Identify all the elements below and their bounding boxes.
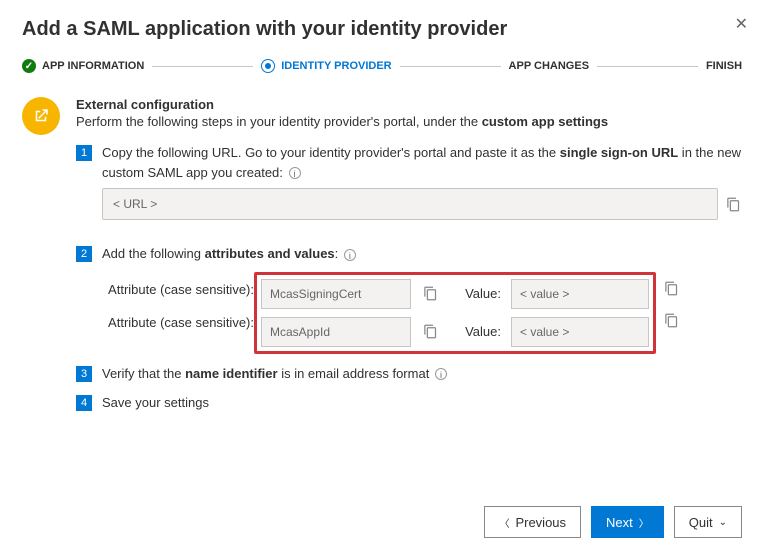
section-heading: External configuration [76, 97, 742, 112]
instruction-text: Copy the following URL. Go to your ident… [102, 143, 742, 234]
next-button[interactable]: Next 〉 [591, 506, 664, 538]
stepper-line [597, 66, 698, 67]
step-identity-provider: IDENTITY PROVIDER [261, 59, 391, 73]
copy-icon[interactable] [421, 285, 439, 303]
step-app-changes: APP CHANGES [509, 60, 589, 72]
attribute-name-field[interactable]: McasSigningCert [261, 279, 411, 309]
external-link-icon [22, 97, 60, 135]
step-app-information: ✓ APP INFORMATION [22, 59, 144, 73]
stepper-line [152, 66, 253, 67]
copy-icon[interactable] [421, 323, 439, 341]
previous-button[interactable]: 〈 Previous [484, 506, 581, 538]
attribute-value-field[interactable]: < value > [511, 317, 649, 347]
section-description: Perform the following steps in your iden… [76, 114, 742, 129]
attribute-name-field[interactable]: McasAppId [261, 317, 411, 347]
info-icon[interactable]: i [289, 167, 301, 179]
value-label: Value: [449, 284, 501, 304]
step-label: APP INFORMATION [42, 60, 144, 72]
step-number: 4 [76, 395, 92, 411]
page-title: Add a SAML application with your identit… [22, 18, 742, 41]
attribute-label: Attribute (case sensitive): [102, 313, 254, 333]
attributes-highlight: McasSigningCert Value: < value > McasApp… [254, 272, 656, 354]
chevron-left-icon: 〈 [499, 515, 509, 530]
step-label: IDENTITY PROVIDER [281, 60, 391, 72]
copy-icon[interactable] [662, 280, 680, 298]
instruction-text: Save your settings [102, 393, 742, 413]
attribute-label: Attribute (case sensitive): [102, 280, 254, 300]
chevron-down-icon: ⌄ [719, 517, 727, 528]
instruction-text: Add the following attributes and values:… [102, 244, 742, 264]
copy-icon[interactable] [662, 312, 680, 330]
attribute-value-field[interactable]: < value > [511, 279, 649, 309]
close-icon[interactable]: ✕ [735, 14, 748, 34]
value-label: Value: [449, 322, 501, 342]
step-finish: FINISH [706, 60, 742, 72]
current-step-icon [261, 59, 275, 73]
step-number: 3 [76, 366, 92, 382]
chevron-right-icon: 〉 [639, 515, 649, 530]
step-label: FINISH [706, 60, 742, 72]
stepper-line [400, 66, 501, 67]
wizard-stepper: ✓ APP INFORMATION IDENTITY PROVIDER APP … [22, 59, 742, 73]
copy-icon[interactable] [724, 195, 742, 213]
sso-url-field[interactable]: < URL > [102, 188, 718, 220]
info-icon[interactable]: i [344, 249, 356, 261]
check-icon: ✓ [22, 59, 36, 73]
step-label: APP CHANGES [509, 60, 589, 72]
step-number: 2 [76, 246, 92, 262]
quit-button[interactable]: Quit ⌄ [674, 506, 742, 538]
instruction-text: Verify that the name identifier is in em… [102, 364, 742, 384]
info-icon[interactable]: i [435, 368, 447, 380]
step-number: 1 [76, 145, 92, 161]
